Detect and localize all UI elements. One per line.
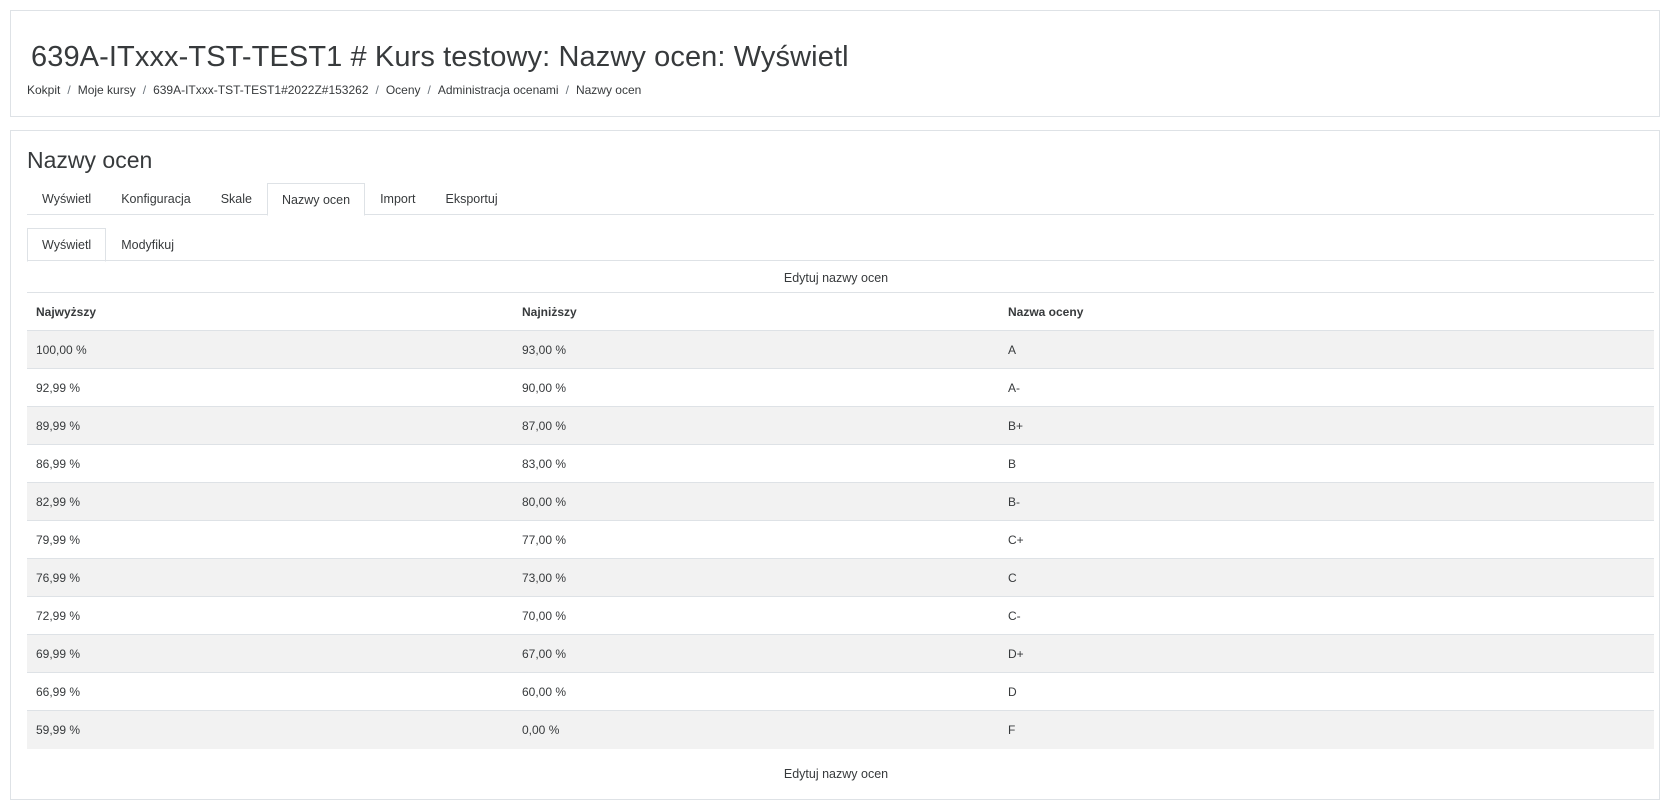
- lowest-cell: 67,00 %: [513, 634, 999, 673]
- highest-cell: 72,99 %: [27, 596, 513, 635]
- table-row: 76,99 % 73,00 % C: [27, 558, 1654, 597]
- breadcrumb-item: Nazwy ocen: [559, 83, 641, 97]
- edit-grade-letters-link[interactable]: Edytuj nazwy ocen: [11, 271, 1661, 285]
- letter-cell: D: [999, 672, 1654, 711]
- lowest-cell: 93,00 %: [513, 330, 999, 369]
- table-row: 66,99 % 60,00 % D: [27, 672, 1654, 711]
- tab-konfiguracja[interactable]: Konfiguracja: [106, 183, 206, 215]
- lowest-cell: 83,00 %: [513, 444, 999, 483]
- lowest-cell: 80,00 %: [513, 482, 999, 521]
- table-row: 92,99 % 90,00 % A-: [27, 368, 1654, 407]
- table-row: 86,99 % 83,00 % B: [27, 444, 1654, 483]
- breadcrumb-link-nazwy-ocen[interactable]: Nazwy ocen: [576, 83, 641, 97]
- breadcrumb-link-oceny[interactable]: Oceny: [386, 83, 421, 97]
- table-row: 69,99 % 67,00 % D+: [27, 634, 1654, 673]
- lowest-cell: 90,00 %: [513, 368, 999, 407]
- breadcrumb-item: 639A-ITxxx-TST-TEST1#2022Z#153262: [136, 83, 368, 97]
- highest-cell: 76,99 %: [27, 558, 513, 597]
- breadcrumb-item: Oceny: [369, 83, 421, 97]
- letter-cell: C+: [999, 520, 1654, 559]
- tab-import[interactable]: Import: [365, 183, 430, 215]
- highest-cell: 66,99 %: [27, 672, 513, 711]
- column-header-letter: Nazwa oceny: [999, 292, 1654, 331]
- table-row: 79,99 % 77,00 % C+: [27, 520, 1654, 559]
- letter-cell: F: [999, 710, 1654, 749]
- page-header: 639A-ITxxx-TST-TEST1 # Kurs testowy: Naz…: [10, 10, 1660, 117]
- highest-cell: 69,99 %: [27, 634, 513, 673]
- column-header-lowest: Najniższy: [513, 292, 999, 331]
- breadcrumb-link-course[interactable]: 639A-ITxxx-TST-TEST1#2022Z#153262: [153, 83, 368, 97]
- breadcrumb-item: Administracja ocenami: [421, 83, 559, 97]
- secondary-tabs: Wyświetl Modyfikuj: [27, 228, 1654, 262]
- lowest-cell: 70,00 %: [513, 596, 999, 635]
- breadcrumb-link-kokpit[interactable]: Kokpit: [27, 83, 60, 97]
- letter-cell: A-: [999, 368, 1654, 407]
- breadcrumb-item: Kokpit: [27, 83, 60, 97]
- highest-cell: 92,99 %: [27, 368, 513, 407]
- lowest-cell: 60,00 %: [513, 672, 999, 711]
- breadcrumb: Kokpit Moje kursy 639A-ITxxx-TST-TEST1#2…: [27, 83, 641, 97]
- letter-cell: B: [999, 444, 1654, 483]
- table-row: 82,99 % 80,00 % B-: [27, 482, 1654, 521]
- section-title: Nazwy ocen: [27, 147, 153, 173]
- letter-cell: A: [999, 330, 1654, 369]
- tab-eksportuj[interactable]: Eksportuj: [431, 183, 513, 215]
- highest-cell: 79,99 %: [27, 520, 513, 559]
- table-header-row: Najwyższy Najniższy Nazwa oceny: [27, 292, 1654, 331]
- highest-cell: 100,00 %: [27, 330, 513, 369]
- lowest-cell: 87,00 %: [513, 406, 999, 445]
- letter-cell: B+: [999, 406, 1654, 445]
- highest-cell: 86,99 %: [27, 444, 513, 483]
- breadcrumb-link-moje-kursy[interactable]: Moje kursy: [78, 83, 136, 97]
- breadcrumb-item: Moje kursy: [60, 83, 136, 97]
- table-row: 59,99 % 0,00 % F: [27, 710, 1654, 749]
- highest-cell: 59,99 %: [27, 710, 513, 749]
- table-row: 72,99 % 70,00 % C-: [27, 596, 1654, 635]
- letter-cell: C-: [999, 596, 1654, 635]
- edit-grade-letters-link-bottom[interactable]: Edytuj nazwy ocen: [11, 767, 1661, 781]
- lowest-cell: 73,00 %: [513, 558, 999, 597]
- tab-skale[interactable]: Skale: [206, 183, 267, 215]
- highest-cell: 82,99 %: [27, 482, 513, 521]
- tab-wyswietl[interactable]: Wyświetl: [27, 183, 106, 215]
- subtab-wyswietl[interactable]: Wyświetl: [27, 228, 107, 262]
- letter-cell: D+: [999, 634, 1654, 673]
- main-content: Nazwy ocen Wyświetl Konfiguracja Skale N…: [10, 130, 1660, 800]
- letter-cell: C: [999, 558, 1654, 597]
- highest-cell: 89,99 %: [27, 406, 513, 445]
- primary-tabs: Wyświetl Konfiguracja Skale Nazwy ocen I…: [27, 183, 1654, 216]
- lowest-cell: 77,00 %: [513, 520, 999, 559]
- column-header-highest: Najwyższy: [27, 292, 513, 331]
- lowest-cell: 0,00 %: [513, 710, 999, 749]
- grade-letters-table: Najwyższy Najniższy Nazwa oceny 100,00 %…: [27, 292, 1654, 749]
- subtab-modyfikuj[interactable]: Modyfikuj: [106, 228, 189, 261]
- letter-cell: B-: [999, 482, 1654, 521]
- tab-nazwy-ocen[interactable]: Nazwy ocen: [266, 183, 366, 216]
- table-row: 100,00 % 93,00 % A: [27, 330, 1654, 369]
- page-title: 639A-ITxxx-TST-TEST1 # Kurs testowy: Naz…: [31, 41, 849, 73]
- table-row: 89,99 % 87,00 % B+: [27, 406, 1654, 445]
- breadcrumb-link-administracja[interactable]: Administracja ocenami: [438, 83, 559, 97]
